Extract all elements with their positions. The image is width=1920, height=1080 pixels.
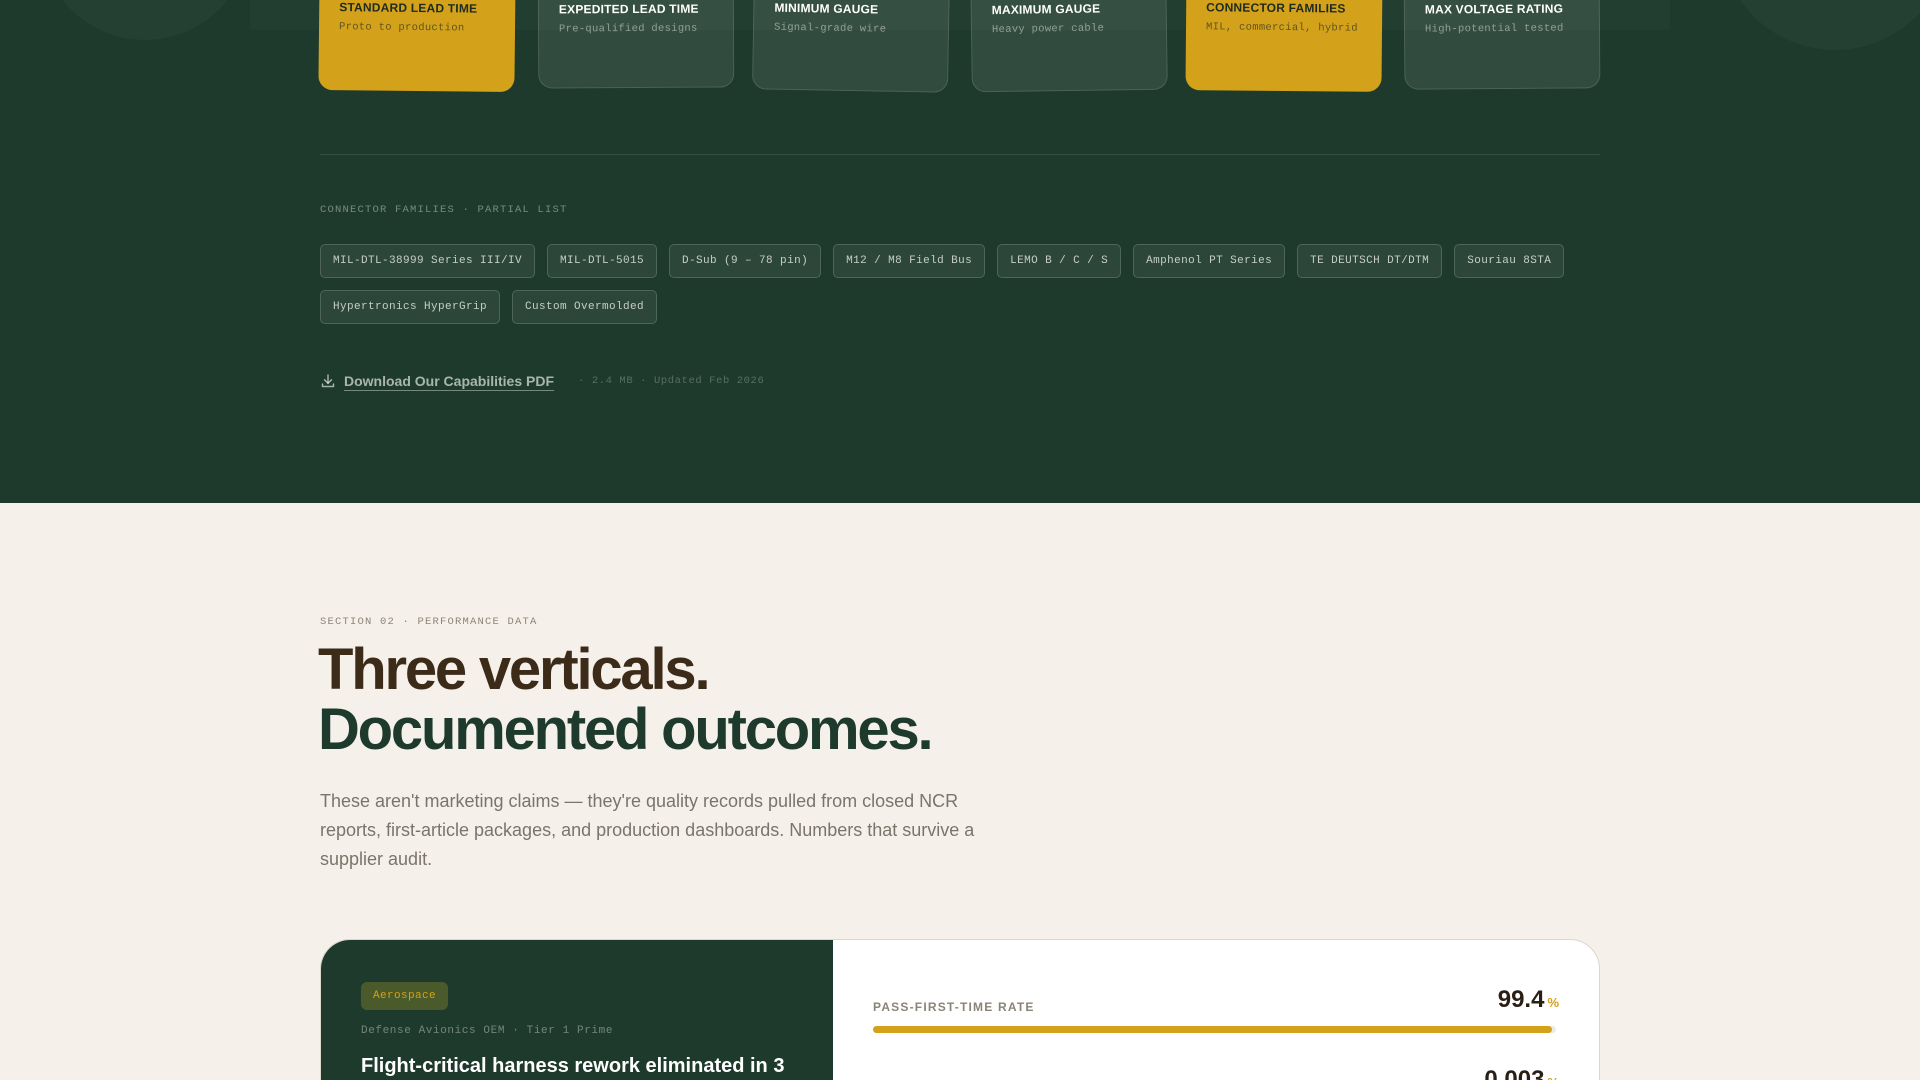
spec-card-label: STANDARD LEAD TIME — [339, 0, 478, 16]
spec-card-sub: Heavy power cable — [991, 22, 1105, 37]
download-icon[interactable] — [320, 373, 336, 389]
vertical-tag: Aerospace — [361, 982, 449, 1010]
headline-line-1: Three verticals. — [318, 637, 711, 702]
capabilities-section: STANDARD LEAD TIME Proto to production E… — [0, 0, 1920, 503]
spec-card-max-voltage-rating: MAX VOLTAGE RATING High-potential tested — [1403, 0, 1601, 90]
download-meta: · 2.4 MB · Updated Feb 2026 — [578, 375, 765, 387]
connector-family-chips: MIL-DTL-38999 Series III/IV MIL-DTL-5015… — [320, 244, 1610, 324]
case-study-card: Aerospace Defense Avionics OEM · Tier 1 … — [320, 939, 1600, 1080]
spec-card-minimum-gauge: MINIMUM GAUGE Signal-grade wire — [751, 0, 951, 93]
connector-chip[interactable]: TE DEUTSCH DT/DTM — [1297, 244, 1443, 278]
connector-chip[interactable]: Hypertronics HyperGrip — [320, 290, 501, 324]
connector-chip[interactable]: D-Sub (9 – 78 pin) — [669, 244, 822, 278]
section-intro: These aren't marketing claims — they're … — [320, 791, 975, 869]
connector-chip[interactable]: Amphenol PT Series — [1133, 244, 1286, 278]
spec-card-maximum-gauge: MAXIMUM GAUGE Heavy power cable — [970, 0, 1168, 93]
spec-card-sub: Signal-grade wire — [773, 21, 887, 36]
spec-card-connector-families: CONNECTOR FAMILIES MIL, commercial, hybr… — [1185, 0, 1383, 92]
headline-line-2: Documented outcomes. — [318, 697, 934, 762]
metric-bar-fill — [873, 1026, 1552, 1033]
metric-label: PASS-FIRST-TIME RATE — [873, 1000, 1035, 1014]
download-row: Download Our Capabilities PDF · 2.4 MB ·… — [320, 370, 764, 392]
spec-card-sub: Pre-qualified designs — [558, 22, 698, 36]
metric-value: 0.003% — [1484, 1066, 1559, 1080]
spec-card-label: MAXIMUM GAUGE — [991, 1, 1101, 18]
connector-chip[interactable]: Custom Overmolded — [512, 290, 658, 324]
spec-card-sub: High-potential tested — [1424, 22, 1564, 36]
metric-number: 0.003 — [1484, 1066, 1545, 1080]
download-pdf-link[interactable]: Download Our Capabilities PDF — [344, 373, 554, 389]
spec-card-sub: MIL, commercial, hybrid — [1205, 21, 1358, 35]
case-study-client: Defense Avionics OEM · Tier 1 Prime — [361, 1025, 614, 1037]
spec-card-expedited-lead-time: EXPEDITED LEAD TIME Pre-qualified design… — [537, 0, 735, 89]
connector-chip[interactable]: MIL-DTL-38999 Series III/IV — [320, 244, 536, 278]
spec-card-label: MINIMUM GAUGE — [774, 0, 879, 17]
spec-card-sub: Proto to production — [338, 21, 465, 35]
metric-unit: % — [1547, 1075, 1559, 1080]
section-headline: Three verticals. Documented outcomes. — [318, 640, 1218, 760]
spec-card-label: CONNECTOR FAMILIES — [1206, 0, 1346, 16]
case-study-title: Flight-critical harness rework eliminate… — [361, 1055, 785, 1077]
case-study-summary: Aerospace Defense Avionics OEM · Tier 1 … — [321, 940, 833, 1080]
section-label: SECTION 02 · PERFORMANCE DATA — [320, 616, 538, 628]
spec-card-label: MAX VOLTAGE RATING — [1424, 1, 1564, 17]
section-divider — [320, 154, 1600, 155]
metric-bar-track — [873, 1026, 1556, 1033]
spec-cards: STANDARD LEAD TIME Proto to production E… — [0, 0, 1920, 100]
spec-card-label: EXPEDITED LEAD TIME — [558, 1, 699, 17]
connector-chip[interactable]: LEMO B / C / S — [997, 244, 1122, 278]
metric-unit: % — [1547, 995, 1559, 1010]
metric-number: 99.4 — [1497, 986, 1545, 1013]
connector-chip[interactable]: M12 / M8 Field Bus — [833, 244, 986, 278]
connector-chip[interactable]: MIL-DTL-5015 — [547, 244, 658, 278]
connector-chip[interactable]: Souriau 8STA — [1454, 244, 1565, 278]
connector-families-label: CONNECTOR FAMILIES · PARTIAL LIST — [320, 204, 568, 216]
spec-card-standard-lead-time: STANDARD LEAD TIME Proto to production — [318, 0, 516, 93]
metric-value: 99.4% — [1498, 986, 1559, 1014]
